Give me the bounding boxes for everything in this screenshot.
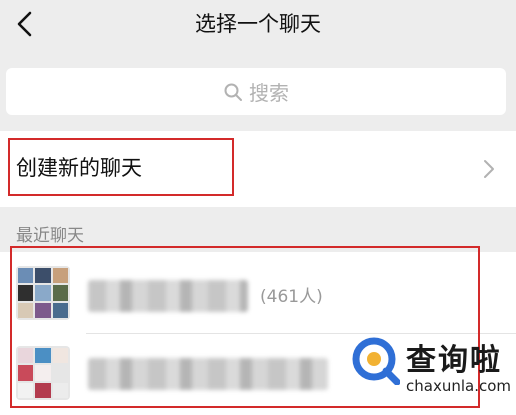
search-bar[interactable]: 搜索: [6, 68, 506, 115]
search-icon: [224, 83, 242, 101]
nav-bar: 选择一个聊天: [0, 0, 516, 50]
highlight-box-new-chat: [8, 138, 234, 196]
watermark-name: 查询啦: [406, 343, 502, 378]
watermark: 查询啦 chaxunla.com: [336, 327, 516, 407]
watermark-url: chaxunla.com: [406, 377, 511, 395]
search-placeholder-group: 搜索: [6, 68, 506, 115]
search-placeholder: 搜索: [249, 81, 289, 105]
section-label-recent: 最近聊天: [16, 226, 84, 246]
chevron-right-icon: [484, 160, 494, 178]
page-title: 选择一个聊天: [195, 12, 321, 36]
chaxunla-logo-icon: [352, 337, 400, 385]
